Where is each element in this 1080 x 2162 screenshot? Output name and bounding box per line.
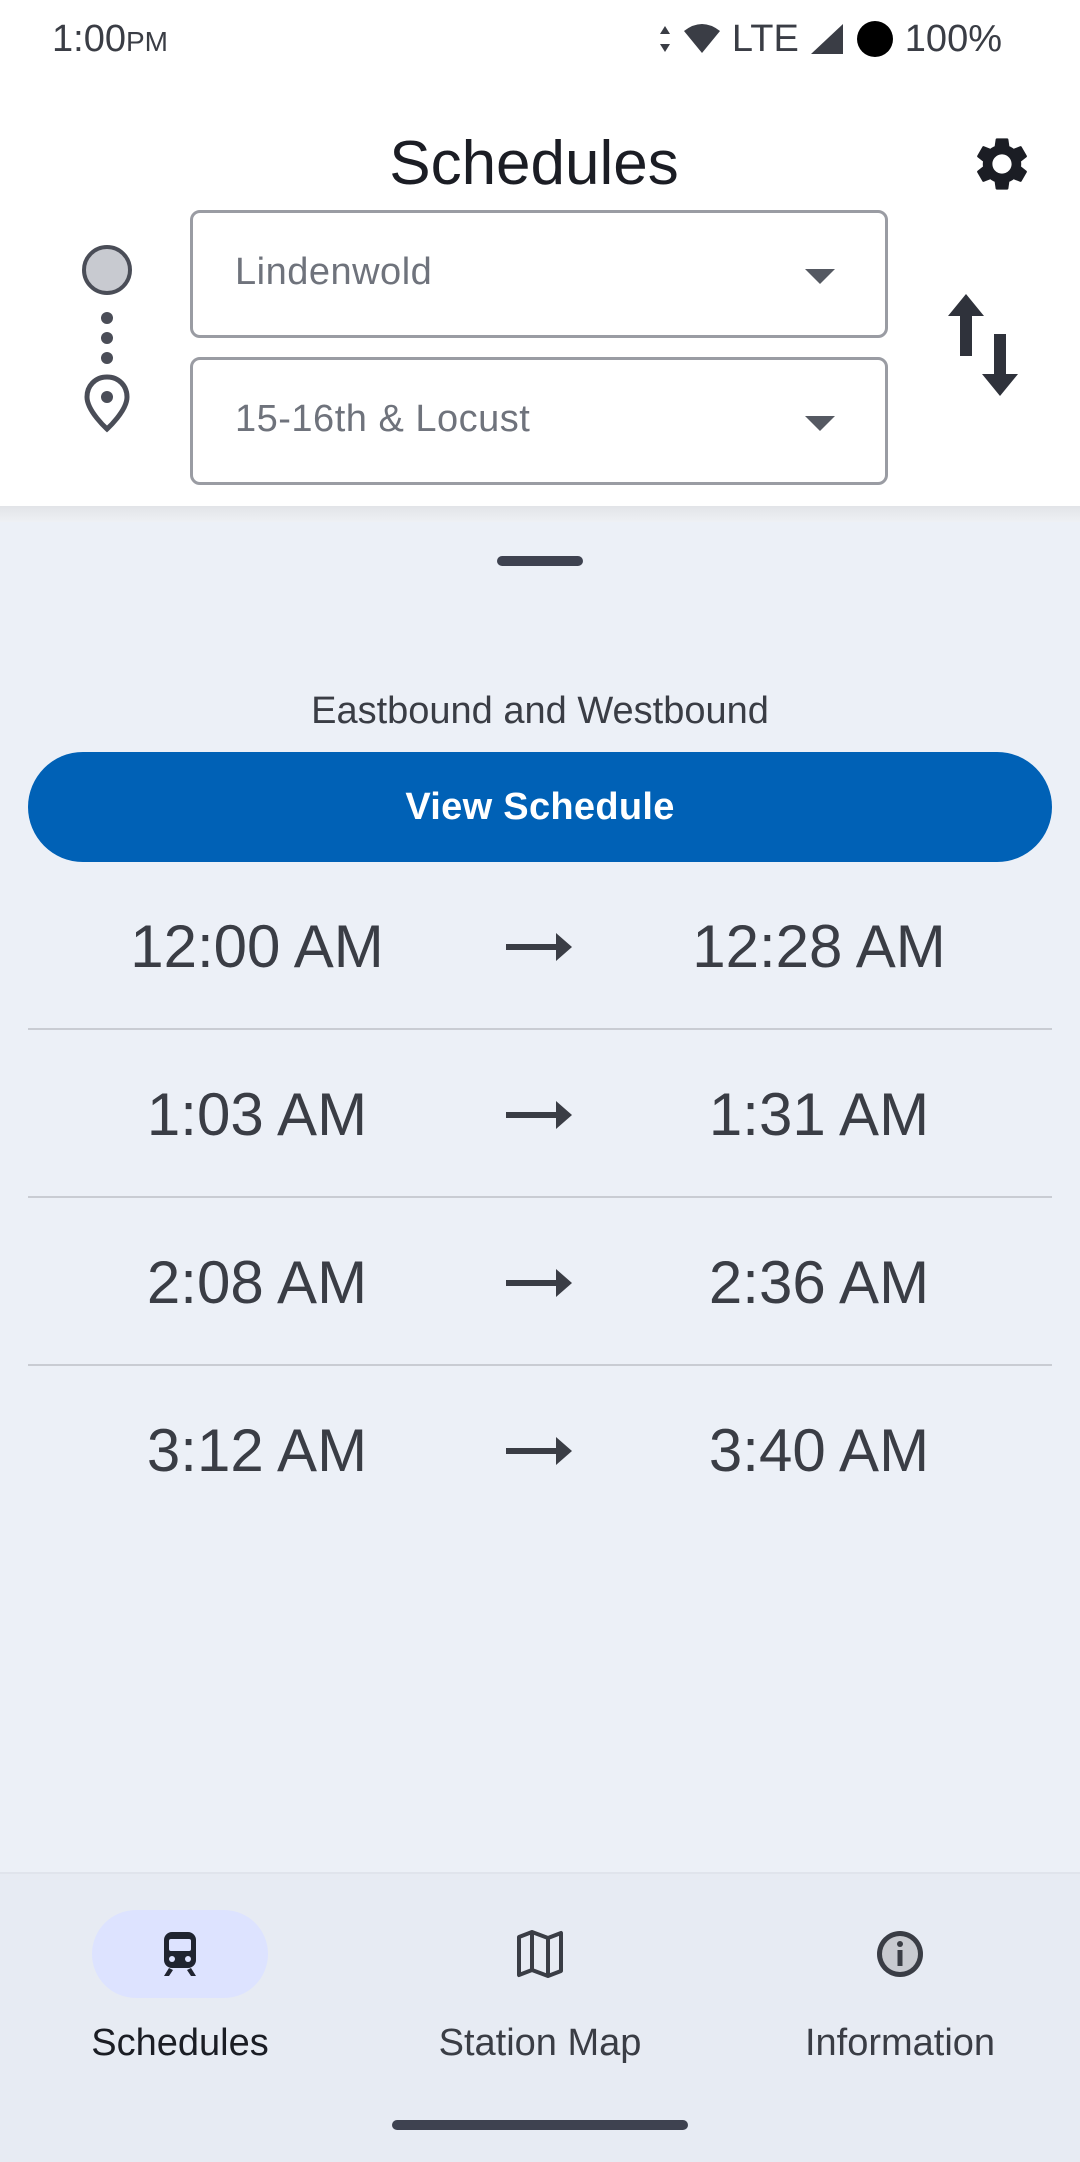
page-title: Schedules [389, 129, 679, 198]
status-bar: 1:00PM LTE 100% [0, 0, 1080, 80]
direction-label: Eastbound and Westbound [311, 690, 769, 732]
trip-row[interactable]: 2:08 AM 2:36 AM [28, 1198, 1052, 1366]
arrow-right-icon [506, 1437, 572, 1465]
status-time: 1:00PM [52, 18, 168, 61]
battery-percent: 100% [904, 17, 1002, 60]
trip-arrive-time: 12:28 AM [692, 913, 946, 980]
circle-icon [82, 245, 132, 295]
trip-depart-time: 3:12 AM [146, 1417, 368, 1484]
signal-icon [810, 24, 843, 54]
nav-item-station-map[interactable]: Station Map [360, 1910, 720, 2110]
trip-depart-time: 12:00 AM [130, 913, 384, 980]
bottom-navigation: Schedules Station Map Information [0, 1872, 1080, 2162]
origin-station-dropdown[interactable]: Lindenwold [190, 210, 888, 338]
settings-button[interactable] [970, 132, 1034, 196]
status-icons: LTE 100% [658, 14, 1002, 64]
trip-list: 12:00 AM 12:28 AM 1:03 AM 1:31 AM 2:08 A… [28, 862, 1052, 1532]
info-icon [877, 1931, 923, 1977]
swap-vertical-icon [948, 294, 1018, 396]
trip-depart-time: 2:08 AM [146, 1249, 368, 1316]
arrow-right-icon [506, 1269, 572, 1297]
arrow-right-icon [506, 933, 572, 961]
swap-stations-button[interactable] [940, 290, 1030, 400]
destination-station-value: 15-16th & Locust [235, 398, 531, 440]
nav-label-information: Information [804, 2022, 996, 2064]
chevron-down-icon [805, 269, 835, 284]
origin-station-value: Lindenwold [235, 251, 433, 293]
chevron-down-icon [805, 416, 835, 431]
trip-row[interactable]: 3:12 AM 3:40 AM [28, 1366, 1052, 1532]
arrow-right-icon [506, 1101, 572, 1129]
trip-row[interactable]: 1:03 AM 1:31 AM [28, 1030, 1052, 1198]
schedule-sheet: Eastbound and Westbound View Schedule 12… [0, 522, 1080, 1872]
sheet-drag-handle[interactable] [497, 556, 583, 566]
header-shadow [0, 506, 1080, 522]
view-schedule-button[interactable]: View Schedule [28, 752, 1052, 862]
map-icon [517, 1930, 563, 1978]
location-pin-icon [84, 374, 130, 433]
train-icon [164, 1932, 196, 1976]
wifi-icon [683, 24, 720, 53]
nav-item-schedules[interactable]: Schedules [0, 1910, 360, 2110]
trip-arrive-time: 3:40 AM [708, 1417, 930, 1484]
status-time-value: 1:00 [52, 18, 126, 60]
route-indicator [80, 245, 140, 525]
destination-station-dropdown[interactable]: 15-16th & Locust [190, 357, 888, 485]
nav-label-schedules: Schedules [91, 2022, 269, 2064]
nav-item-information[interactable]: Information [720, 1910, 1080, 2110]
status-time-ampm: PM [125, 26, 168, 57]
home-indicator[interactable] [392, 2120, 688, 2130]
network-label: LTE [731, 17, 799, 60]
route-header: Schedules Lindenwold 15-16th & Locust [0, 80, 1080, 508]
data-arrows-icon [659, 26, 670, 52]
trip-arrive-time: 1:31 AM [708, 1081, 930, 1148]
battery-icon [856, 21, 893, 57]
gear-icon [977, 138, 1027, 190]
nav-label-station-map: Station Map [438, 2022, 642, 2064]
trip-arrive-time: 2:36 AM [708, 1249, 930, 1316]
trip-depart-time: 1:03 AM [146, 1081, 368, 1148]
trip-row[interactable]: 12:00 AM 12:28 AM [28, 862, 1052, 1030]
